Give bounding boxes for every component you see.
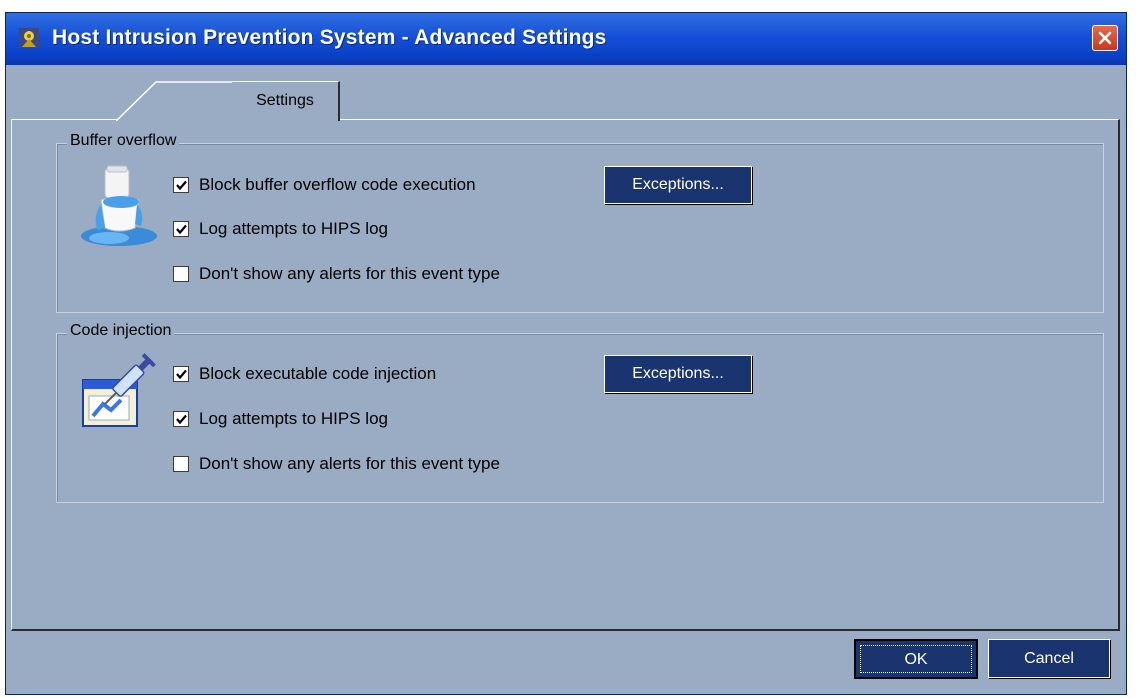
group-title: Code injection xyxy=(67,322,175,340)
checkbox-no-alerts[interactable]: Don't show any alerts for this event typ… xyxy=(173,262,500,286)
tab-edge xyxy=(116,81,234,121)
checkbox-label: Block buffer overflow code execution xyxy=(199,175,476,194)
close-icon xyxy=(1098,31,1112,45)
ok-button[interactable]: OK xyxy=(854,639,978,679)
checkbox-log-attempts[interactable]: Log attempts to HIPS log xyxy=(173,407,388,431)
ok-button-label: OK xyxy=(904,651,928,668)
checkbox-label: Log attempts to HIPS log xyxy=(199,219,388,238)
checkbox-label: Don't show any alerts for this event typ… xyxy=(199,454,500,473)
checkbox-label: Don't show any alerts for this event typ… xyxy=(199,264,500,283)
exceptions-button[interactable]: Exceptions... xyxy=(604,166,752,204)
group-buffer-overflow: Buffer overflow Block buffer overflow co… xyxy=(56,132,1104,313)
checkmark-icon xyxy=(176,180,187,191)
hips-app-icon xyxy=(18,27,40,49)
overflowing-toilet-icon xyxy=(81,165,157,246)
checkmark-icon xyxy=(176,414,187,425)
tab-settings-label: Settings xyxy=(256,92,314,109)
advanced-settings-dialog: Host Intrusion Prevention System - Advan… xyxy=(5,12,1127,695)
checkmark-icon xyxy=(176,224,187,235)
checkmark-icon xyxy=(176,369,187,380)
window-title: Host Intrusion Prevention System - Advan… xyxy=(52,26,607,49)
cancel-button[interactable]: Cancel xyxy=(988,639,1110,678)
checkbox-box[interactable] xyxy=(173,411,189,427)
title-bar[interactable]: Host Intrusion Prevention System - Advan… xyxy=(6,13,1126,65)
checkbox-block-code-injection[interactable]: Block executable code injection xyxy=(173,362,436,386)
checkbox-box[interactable] xyxy=(173,366,189,382)
group-code-injection: Code injection Block executable code inj… xyxy=(56,322,1104,503)
checkbox-box[interactable] xyxy=(173,221,189,237)
checkbox-box[interactable] xyxy=(173,456,189,472)
checkbox-box[interactable] xyxy=(173,266,189,282)
syringe-injection-icon xyxy=(82,353,156,427)
checkbox-label: Log attempts to HIPS log xyxy=(199,409,388,428)
checkbox-label: Block executable code injection xyxy=(199,364,437,383)
exceptions-button[interactable]: Exceptions... xyxy=(604,355,752,393)
checkbox-no-alerts[interactable]: Don't show any alerts for this event typ… xyxy=(173,452,500,476)
checkbox-block-buffer-overflow[interactable]: Block buffer overflow code execution xyxy=(173,173,476,197)
close-button[interactable] xyxy=(1092,25,1118,51)
group-title: Buffer overflow xyxy=(67,132,180,150)
checkbox-log-attempts[interactable]: Log attempts to HIPS log xyxy=(173,217,388,241)
checkbox-box[interactable] xyxy=(173,177,189,193)
tab-settings[interactable]: Settings xyxy=(232,81,340,121)
